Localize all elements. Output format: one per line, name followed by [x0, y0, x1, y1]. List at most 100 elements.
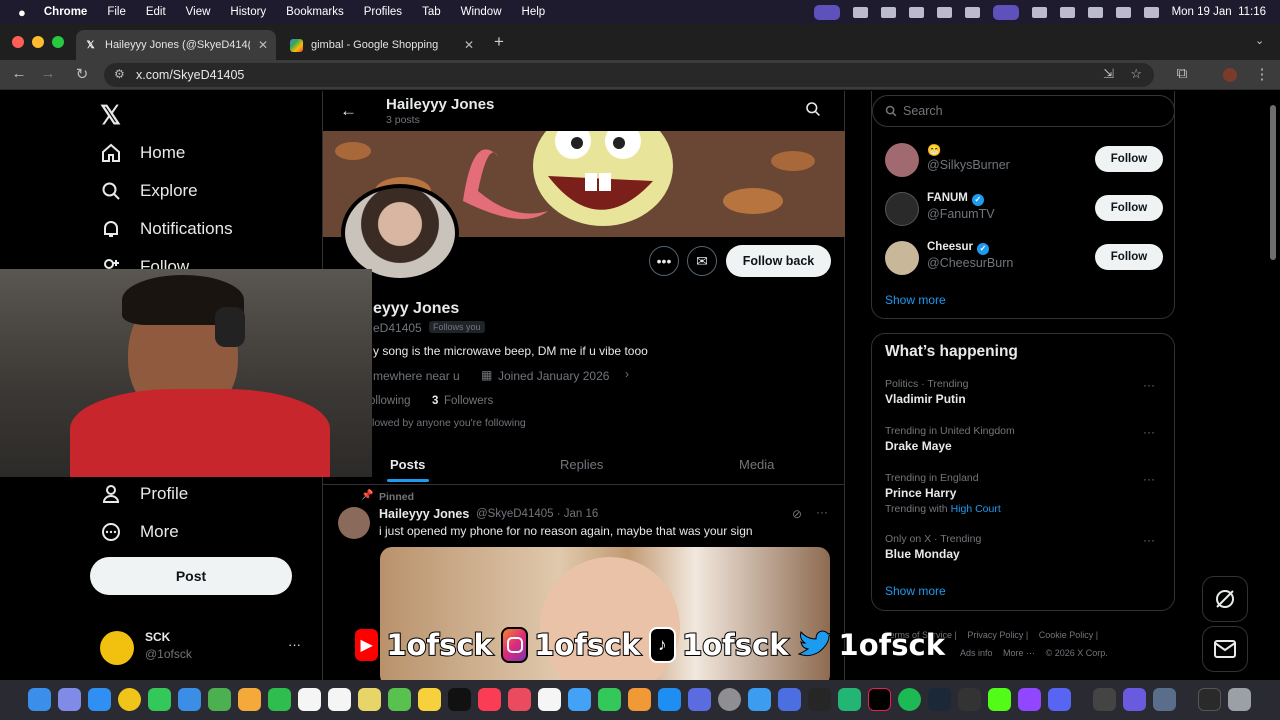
twitch-icon[interactable] [1018, 688, 1041, 711]
chrome-icon[interactable] [118, 688, 141, 711]
pages-icon[interactable] [628, 688, 651, 711]
system-settings-icon[interactable] [718, 688, 741, 711]
show-more-link[interactable]: Show more [885, 293, 946, 307]
display-icon[interactable] [880, 6, 896, 18]
epic-games-icon[interactable] [958, 688, 981, 711]
tab-search-chevron-icon[interactable]: ⌄ [1255, 34, 1264, 47]
menubar-clock[interactable]: Mon 19 Jan 11:16 [1172, 6, 1266, 18]
battery-icon[interactable] [1031, 6, 1047, 18]
suggested-account[interactable]: FANUM ✓ @FanumTV Follow [885, 188, 1163, 228]
nav-notifications[interactable]: Notifications [100, 218, 233, 240]
downloads-stack-icon[interactable] [1198, 688, 1221, 711]
reminders-icon[interactable] [328, 688, 351, 711]
back-arrow-icon[interactable]: ← [340, 101, 357, 121]
grok-button[interactable] [1202, 576, 1248, 622]
follow-button[interactable]: Follow [1095, 195, 1163, 221]
calendar-icon[interactable] [298, 688, 321, 711]
finder-icon[interactable] [28, 688, 51, 711]
x-logo-icon[interactable]: 𝕏 [100, 100, 121, 131]
spotlight-search-icon[interactable] [1087, 6, 1103, 18]
news-icon[interactable] [538, 688, 561, 711]
reload-icon[interactable]: ↻ [72, 65, 92, 83]
messages-icon[interactable] [148, 688, 171, 711]
profile-avatar-icon[interactable] [1223, 68, 1237, 82]
message-button[interactable]: ✉ [687, 246, 717, 276]
tab-replies[interactable]: Replies [560, 457, 603, 472]
menu-help[interactable]: Help [522, 6, 546, 18]
nav-more[interactable]: More [100, 521, 179, 543]
browser-tab-profile[interactable]: 𝕏 Haileyyy Jones (@SkyeD414( ✕ [76, 30, 276, 60]
stickies-icon[interactable] [418, 688, 441, 711]
trend-more-icon[interactable]: ··· [1143, 472, 1155, 486]
following-link[interactable]: ollowing [369, 395, 411, 407]
footer-more[interactable]: More ··· [1003, 648, 1035, 658]
news-icon[interactable] [508, 688, 531, 711]
menu-edit[interactable]: Edit [146, 6, 166, 18]
menu-view[interactable]: View [186, 6, 211, 18]
notes-icon[interactable] [388, 688, 411, 711]
maps-icon[interactable] [208, 688, 231, 711]
trash-icon[interactable] [1228, 688, 1251, 711]
photos-icon[interactable] [238, 688, 261, 711]
menu-profiles[interactable]: Profiles [364, 6, 402, 18]
post-button[interactable]: Post [90, 557, 292, 595]
trend-item[interactable]: Only on X · Trending Blue Monday ··· [885, 533, 1163, 561]
post-more-icon[interactable]: ··· [816, 505, 828, 519]
terminal-icon[interactable] [808, 688, 831, 711]
messages-button[interactable] [1202, 626, 1248, 672]
screen-record-icon[interactable] [813, 4, 840, 20]
back-arrow-icon[interactable]: ← [9, 65, 29, 82]
window-close-button[interactable] [12, 36, 24, 48]
window-zoom-button[interactable] [52, 36, 64, 48]
mirroring-icon[interactable] [992, 4, 1019, 20]
preview-icon[interactable] [778, 688, 801, 711]
nav-profile[interactable]: Profile [100, 483, 188, 505]
discord-icon[interactable] [1048, 688, 1071, 711]
control-center-icon[interactable] [1143, 6, 1159, 18]
footer-cookies[interactable]: Cookie Policy | [1039, 630, 1098, 640]
music-icon[interactable] [478, 688, 501, 711]
followers-count[interactable]: 3 [432, 395, 438, 407]
post-author[interactable]: Haileyyy Jones [379, 507, 469, 521]
wifi-icon[interactable] [1059, 6, 1075, 18]
footer-privacy[interactable]: Privacy Policy | [967, 630, 1028, 640]
nav-home[interactable]: Home [100, 142, 185, 164]
steam-icon[interactable] [928, 688, 951, 711]
spotify-icon[interactable] [898, 688, 921, 711]
browser-tab-shopping[interactable]: gimbal - Google Shopping ✕ [282, 30, 482, 60]
menu-window[interactable]: Window [461, 6, 502, 18]
tiktok-icon[interactable] [868, 688, 891, 711]
facetime-icon[interactable] [268, 688, 291, 711]
trend-more-icon[interactable]: ··· [1143, 533, 1155, 547]
menu-tab[interactable]: Tab [422, 6, 441, 18]
tab-close-icon[interactable]: ✕ [464, 38, 474, 52]
play-icon[interactable] [908, 6, 924, 18]
new-tab-icon[interactable]: + [494, 32, 504, 52]
trend-more-icon[interactable]: ··· [1143, 425, 1155, 439]
mail-icon[interactable] [178, 688, 201, 711]
nav-explore[interactable]: Explore [100, 180, 198, 202]
chrome-menu-icon[interactable]: ⋮ [1252, 65, 1272, 83]
suggested-account[interactable]: Cheesur ✓ @CheesurBurn Follow [885, 237, 1163, 277]
page-scrollbar[interactable] [1270, 105, 1276, 260]
install-app-icon[interactable]: ⇲ [1103, 66, 1114, 82]
tab-media[interactable]: Media [739, 457, 774, 472]
headphones-icon[interactable] [964, 6, 980, 18]
tab-close-icon[interactable]: ✕ [258, 38, 268, 52]
rocket-icon[interactable] [852, 6, 868, 18]
footer-ads-info[interactable]: Ads info [960, 648, 993, 658]
calculator-icon[interactable] [1093, 688, 1116, 711]
quicktime-icon[interactable] [748, 688, 771, 711]
follow-button[interactable]: Follow [1095, 244, 1163, 270]
extensions-puzzle-icon[interactable]: ⧉ [1172, 65, 1192, 82]
address-bar[interactable]: ⚙ x.com/SkyeD41405 ⇲ ☆ [104, 63, 1154, 87]
account-switcher[interactable]: SCK @1ofsck ··· [100, 629, 310, 669]
show-more-link[interactable]: Show more [885, 584, 946, 598]
app-store-icon[interactable] [658, 688, 681, 711]
siri-icon[interactable] [1115, 6, 1131, 18]
menu-file[interactable]: File [107, 6, 126, 18]
whatsapp-icon[interactable] [838, 688, 861, 711]
obs-icon[interactable] [1123, 688, 1146, 711]
numbers-icon[interactable] [598, 688, 621, 711]
trend-item[interactable]: Trending in United Kingdom Drake Maye ··… [885, 425, 1163, 453]
